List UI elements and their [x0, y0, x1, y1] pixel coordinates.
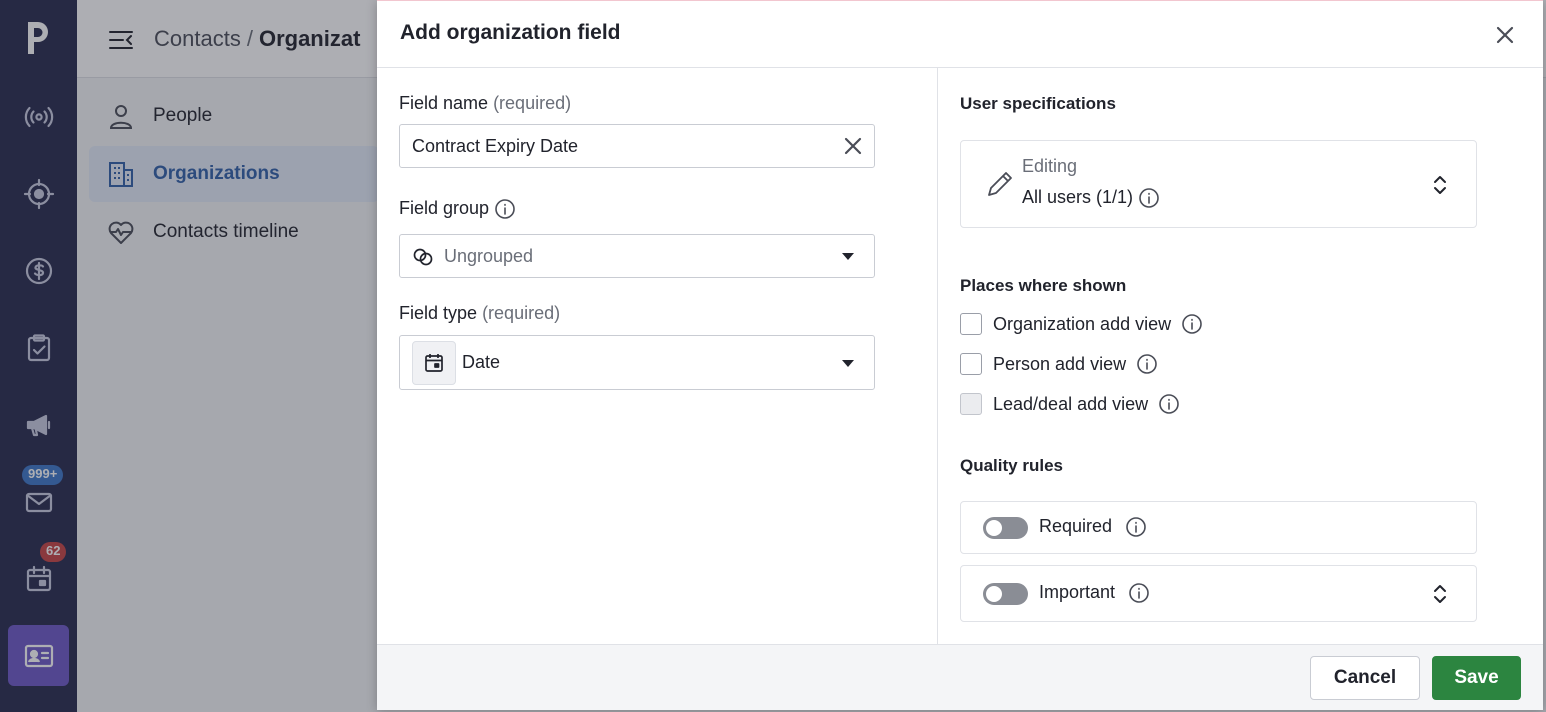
expand-collapse-icon[interactable]	[1432, 582, 1448, 606]
close-button[interactable]	[1491, 21, 1519, 49]
chevron-down-icon	[842, 253, 854, 260]
checkbox[interactable]	[960, 353, 982, 375]
add-field-modal: Add organization field Field name (requi…	[377, 0, 1543, 710]
field-name-label: Field name (required)	[399, 93, 571, 114]
place-label: Person add view	[993, 353, 1127, 374]
important-toggle[interactable]	[983, 583, 1028, 605]
field-type-label: Field type (required)	[399, 303, 560, 324]
expand-collapse-icon[interactable]	[1432, 173, 1448, 197]
editing-value-text: All users (1/1)	[1022, 187, 1134, 207]
field-group-select[interactable]: Ungrouped	[399, 234, 875, 278]
checkbox-disabled	[960, 393, 982, 415]
required-rule-card: Required	[960, 501, 1477, 554]
info-icon[interactable]	[1181, 313, 1203, 335]
field-name-label-text: Field name	[399, 93, 489, 113]
calendar-type-icon	[425, 354, 443, 372]
quality-rules-title: Quality rules	[960, 456, 1063, 475]
column-divider	[937, 68, 938, 644]
required-rule-text: Required	[1039, 516, 1113, 536]
important-rule-card[interactable]: Important	[960, 565, 1477, 622]
modal-header: Add organization field	[377, 1, 1543, 68]
places-where-shown-title: Places where shown	[960, 276, 1127, 295]
place-person-add-view[interactable]: Person add view	[960, 351, 1158, 377]
required-hint: (required)	[493, 93, 572, 113]
group-icon	[413, 248, 433, 266]
field-group-value: Ungrouped	[444, 246, 534, 266]
info-icon[interactable]	[1136, 353, 1158, 375]
pencil-icon	[988, 172, 1012, 196]
field-type-label-text: Field type	[399, 303, 478, 323]
field-group-label: Field group	[399, 198, 516, 220]
field-type-value: Date	[462, 352, 501, 372]
info-icon[interactable]	[1158, 393, 1180, 415]
user-specifications-title: User specifications	[960, 94, 1116, 113]
field-name-value: Contract Expiry Date	[412, 136, 579, 156]
close-icon	[1496, 26, 1514, 44]
clear-icon[interactable]	[842, 135, 864, 157]
important-rule-label: Important	[1039, 582, 1150, 604]
modal-footer: Cancel Save	[377, 644, 1543, 710]
editing-value: All users (1/1)	[1022, 187, 1160, 209]
required-rule-label: Required	[1039, 516, 1147, 538]
info-icon[interactable]	[494, 198, 516, 220]
save-button[interactable]: Save	[1432, 656, 1521, 700]
cancel-button[interactable]: Cancel	[1310, 656, 1420, 700]
important-rule-text: Important	[1039, 582, 1116, 602]
checkbox[interactable]	[960, 313, 982, 335]
info-icon[interactable]	[1128, 582, 1150, 604]
field-group-label-text: Field group	[399, 198, 490, 218]
date-type-icon-box	[412, 341, 456, 385]
required-toggle[interactable]	[983, 517, 1028, 539]
place-label: Lead/deal add view	[993, 393, 1149, 414]
user-specifications-card[interactable]: Editing All users (1/1)	[960, 140, 1477, 228]
info-icon[interactable]	[1138, 187, 1160, 209]
place-lead-deal-add-view[interactable]: Lead/deal add view	[960, 391, 1180, 417]
field-name-input[interactable]: Contract Expiry Date	[399, 124, 875, 168]
place-label: Organization add view	[993, 313, 1172, 334]
info-icon[interactable]	[1125, 516, 1147, 538]
chevron-down-icon	[842, 360, 854, 367]
place-organization-add-view[interactable]: Organization add view	[960, 311, 1203, 337]
editing-label: Editing	[1022, 156, 1078, 176]
required-hint: (required)	[482, 303, 561, 323]
modal-title: Add organization field	[400, 21, 621, 44]
field-type-select[interactable]: Date	[399, 335, 875, 390]
